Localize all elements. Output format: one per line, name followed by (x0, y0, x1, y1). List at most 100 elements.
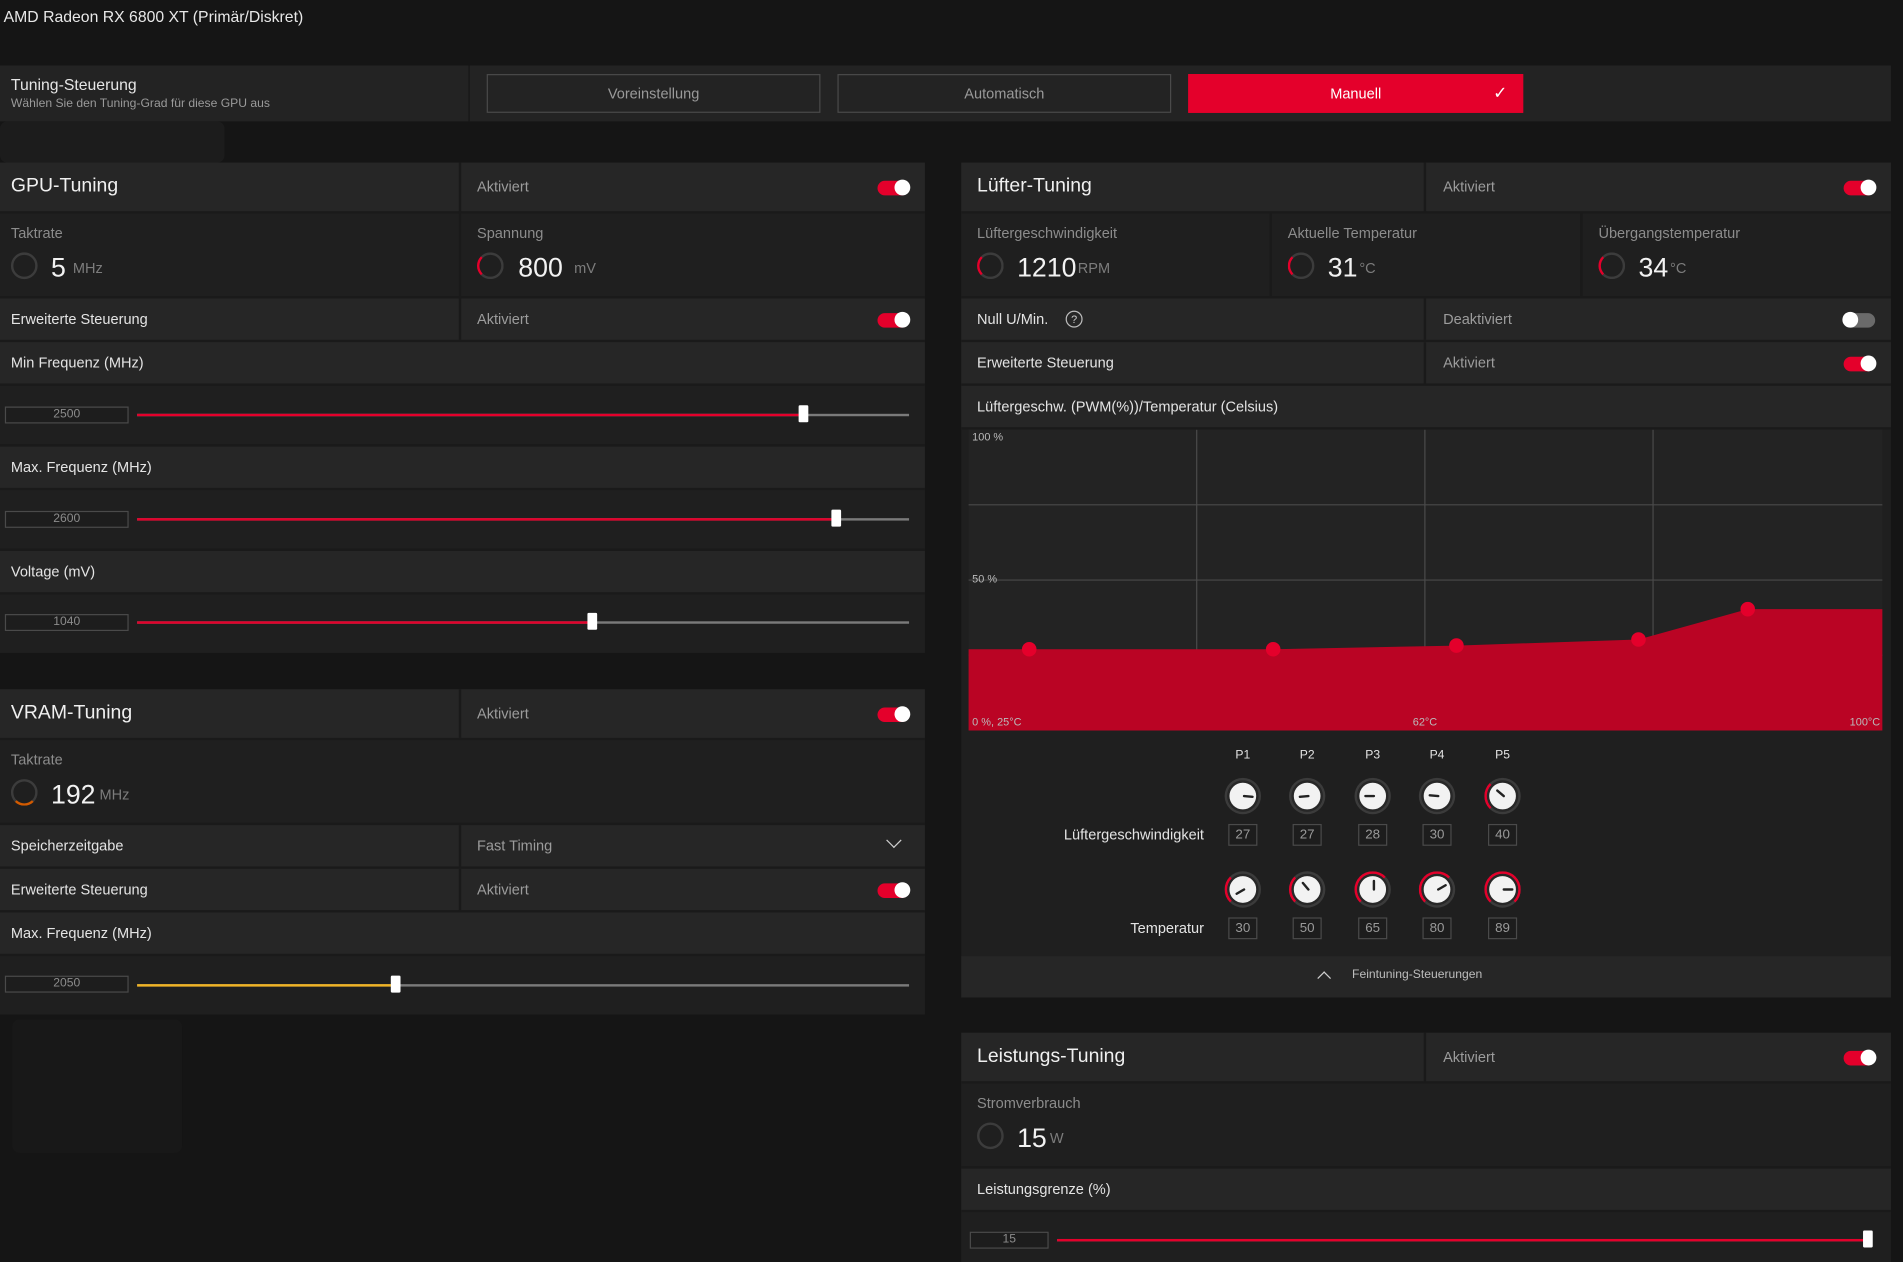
temperature-input-p1[interactable]: 30 (1228, 917, 1258, 940)
divider (1423, 1032, 1427, 1082)
automatic-button[interactable]: Automatisch (837, 74, 1172, 113)
speed-knob-p1[interactable] (1227, 780, 1259, 812)
fan-curve-title-row: Lüftergeschw. (PWM(%))/Temperatur (Celsi… (961, 385, 1891, 430)
temperature-row-label: Temperatur (1130, 919, 1204, 937)
memory-timing-value: Fast Timing (476, 837, 553, 855)
speed-input-p4[interactable]: 30 (1422, 823, 1452, 846)
temperature-knob-p5[interactable] (1484, 871, 1521, 908)
chevron-down-icon (886, 832, 902, 849)
max-frequency-label: Max. Frequenz (MHz) (10, 458, 152, 476)
preset-button[interactable]: Voreinstellung (486, 74, 821, 113)
power-limit-input[interactable]: 15 (969, 1231, 1049, 1249)
min-frequency-row: Min Frequenz (MHz) (0, 342, 925, 386)
fan-speed-row-label: Lüftergeschwindigkeit (1063, 826, 1204, 844)
voltage-slider-row: 1040 (0, 594, 925, 653)
gpu-advanced-control-status: Aktiviert (476, 310, 529, 328)
temperature-input-p4[interactable]: 80 (1422, 917, 1452, 940)
speed-knob-p2[interactable] (1291, 780, 1323, 812)
junction-temperature-gauge-icon (1598, 252, 1626, 280)
vram-max-frequency-input[interactable]: 2050 (4, 975, 129, 993)
fan-curve-chart[interactable]: 100 % 50 % 0 %, 25°C 62°C 100°C (968, 429, 1883, 731)
vram-max-frequency-thumb[interactable] (390, 975, 401, 993)
divider (458, 689, 462, 738)
power-tuning-title: Leistungs-Tuning (977, 1046, 1126, 1067)
window-title: AMD Radeon RX 6800 XT (Primär/Diskret) (3, 7, 304, 26)
vram-clock-unit: MHz (99, 786, 130, 804)
speed-knob-p3[interactable] (1356, 780, 1389, 812)
vram-advanced-control-toggle[interactable] (877, 882, 911, 898)
min-frequency-fill (137, 413, 804, 417)
power-consumption-unit: W (1049, 1129, 1064, 1147)
fine-tuning-controls-label: Feintuning-Steuerungen (1352, 968, 1483, 982)
manual-button[interactable]: Manuell ✓ (1188, 74, 1524, 113)
power-tuning-toggle[interactable] (1843, 1049, 1877, 1066)
fan-advanced-control-row: Erweiterte Steuerung Aktiviert (961, 342, 1891, 386)
temperature-knob-p4[interactable] (1418, 871, 1456, 908)
speed-knob-p4[interactable] (1421, 780, 1453, 812)
fan-speed-gauge-icon (977, 252, 1004, 280)
curve-point-p1[interactable] (1021, 641, 1037, 657)
min-frequency-input[interactable]: 2500 (4, 406, 129, 424)
curve-point-p4[interactable] (1631, 632, 1646, 647)
memory-timing-row: Speicherzeitgabe Fast Timing (0, 825, 925, 869)
voltage-slider[interactable] (137, 612, 910, 630)
power-limit-thumb[interactable] (1863, 1230, 1873, 1248)
speed-input-p2[interactable]: 27 (1292, 823, 1322, 846)
vram-tuning-panel: VRAM-Tuning Aktiviert Taktrate 192 MHz S… (0, 689, 925, 1015)
voltage-value: 800 (518, 252, 563, 283)
vram-advanced-control-row: Erweiterte Steuerung Aktiviert (0, 868, 925, 913)
memory-timing-dropdown[interactable]: Fast Timing (461, 825, 925, 866)
temperature-input-p2[interactable]: 50 (1292, 917, 1322, 940)
min-frequency-slider[interactable] (137, 405, 910, 423)
temperature-knob-p2[interactable] (1288, 871, 1323, 908)
zero-rpm-row: Null U/Min. ? Deaktiviert (961, 298, 1891, 343)
tuning-control-description: Wählen Sie den Tuning-Grad für diese GPU… (10, 97, 270, 111)
vram-max-frequency-slider[interactable] (137, 975, 910, 993)
gpu-tuning-toggle[interactable] (877, 179, 911, 196)
temperature-input-p3[interactable]: 65 (1358, 917, 1388, 940)
divider (1580, 213, 1583, 297)
fine-tuning-controls-toggle[interactable]: Feintuning-Steuerungen (961, 956, 1891, 998)
voltage-unit: mV (574, 259, 596, 277)
fan-advanced-control-toggle[interactable] (1843, 355, 1877, 372)
max-frequency-input[interactable]: 2600 (4, 510, 129, 528)
min-frequency-thumb[interactable] (798, 405, 809, 423)
power-limit-row: Leistungsgrenze (%) (961, 1168, 1891, 1213)
temperature-input-p5[interactable]: 89 (1487, 917, 1518, 940)
zero-rpm-toggle[interactable] (1842, 311, 1876, 328)
speed-input-p3[interactable]: 28 (1358, 823, 1388, 846)
gpu-tuning-status: Aktiviert (476, 178, 529, 196)
app-window: AMD Radeon RX 6800 XT (Primär/Diskret) T… (0, 0, 1903, 1262)
voltage-input[interactable]: 1040 (4, 614, 129, 632)
power-limit-slider[interactable] (1057, 1230, 1873, 1248)
speed-knob-p5[interactable] (1484, 777, 1519, 815)
background-shape (12, 1019, 183, 1153)
speed-input-p1[interactable]: 27 (1228, 823, 1258, 846)
temperature-knob-p3[interactable] (1354, 871, 1391, 908)
vram-tuning-toggle[interactable] (877, 706, 911, 723)
power-consumption-value: 15 (1017, 1122, 1047, 1153)
fan-tuning-header: Lüfter-Tuning Aktiviert (961, 162, 1891, 214)
checkmark-icon: ✓ (1493, 82, 1508, 102)
curve-point-p2[interactable] (1265, 641, 1281, 657)
voltage-thumb[interactable] (587, 612, 598, 630)
fan-tuning-toggle[interactable] (1843, 179, 1877, 196)
min-frequency-slider-row: 2500 (0, 385, 925, 447)
max-frequency-slider[interactable] (137, 509, 910, 527)
max-frequency-thumb[interactable] (831, 509, 842, 527)
help-icon[interactable]: ? (1065, 310, 1083, 328)
speed-input-p5[interactable]: 40 (1487, 823, 1518, 846)
divider (1269, 213, 1272, 297)
vram-max-frequency-slider-row: 2050 (0, 956, 925, 1015)
temperature-knob-p1[interactable] (1224, 871, 1259, 908)
y-axis-top-label: 100 % (972, 430, 1004, 443)
curve-point-p3[interactable] (1449, 638, 1464, 653)
vram-clock-gauge-icon (10, 779, 38, 806)
power-tuning-status: Aktiviert (1443, 1048, 1495, 1066)
power-tuning-panel: Leistungs-Tuning Aktiviert Stromverbrauc… (961, 1032, 1891, 1262)
point-header-p3: P3 (1365, 748, 1381, 763)
max-frequency-slider-row: 2600 (0, 490, 925, 551)
curve-point-p5[interactable] (1740, 601, 1756, 617)
memory-timing-label: Speicherzeitgabe (10, 837, 124, 855)
gpu-advanced-control-toggle[interactable] (877, 311, 911, 328)
